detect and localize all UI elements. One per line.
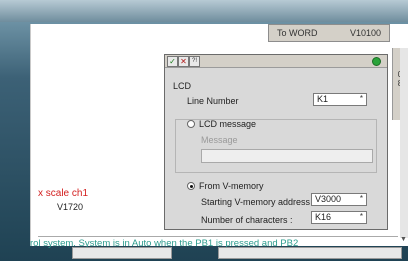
scroll-down-arrow-icon[interactable]: ▼	[399, 236, 408, 244]
background-title-bar	[0, 0, 408, 22]
line-number-required-mark: *	[359, 94, 363, 103]
rung-divider	[38, 236, 398, 237]
dialog-toolbar: ✓ ✕ ?!	[165, 55, 387, 68]
vertical-scrollbar[interactable]	[400, 48, 408, 238]
cancel-x-icon[interactable]: ✕	[178, 56, 189, 67]
num-chars-value: K16	[315, 212, 332, 222]
line-number-value: K1	[317, 94, 329, 104]
lcd-dialog: ✓ ✕ ?! LCD Line Number K1 * LCD message …	[164, 54, 388, 230]
to-word-cell[interactable]: To WORD V10100	[268, 24, 390, 42]
lcd-message-radio[interactable]	[187, 120, 195, 128]
num-chars-label: Number of characters :	[201, 215, 293, 225]
memory-address-label: V1720	[57, 202, 84, 212]
dialog-title: LCD	[173, 81, 192, 91]
bottom-tab-left[interactable]	[72, 247, 172, 259]
message-label: Message	[201, 135, 238, 145]
line-number-field[interactable]: K1 *	[313, 93, 367, 106]
message-field[interactable]	[201, 149, 373, 163]
starting-address-value: V3000	[315, 194, 342, 204]
starting-address-label: Starting V-memory address :	[201, 197, 316, 207]
line-number-label: Line Number	[187, 96, 239, 106]
from-vmemory-radio[interactable]	[187, 182, 195, 190]
starting-address-field[interactable]: V3000 *	[311, 193, 367, 206]
to-word-label: To WORD	[277, 28, 318, 38]
starting-address-required-mark: *	[359, 194, 363, 203]
from-vmemory-label: From V-memory	[199, 181, 264, 191]
num-chars-field[interactable]: K16 *	[311, 211, 367, 224]
bottom-tab-right[interactable]	[218, 247, 402, 259]
rung-comment-label: x scale ch1	[38, 188, 89, 199]
num-chars-required-mark: *	[359, 212, 363, 221]
to-word-value: V10100	[349, 28, 381, 38]
help-icon[interactable]: ?!	[189, 56, 200, 67]
lcd-message-label: LCD message	[199, 119, 257, 129]
status-indicator-icon	[372, 57, 381, 66]
ok-check-icon[interactable]: ✓	[167, 56, 178, 67]
